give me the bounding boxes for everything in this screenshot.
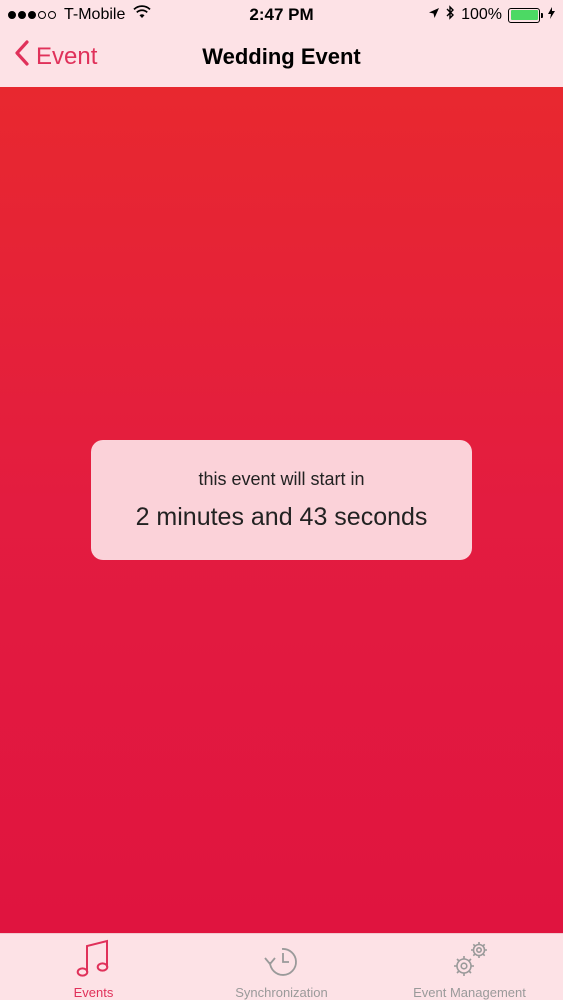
tab-synchronization[interactable]: Synchronization <box>187 934 376 1000</box>
countdown-value: 2 minutes and 43 seconds <box>135 503 428 531</box>
page-title: Wedding Event <box>202 44 361 69</box>
clock-sync-icon <box>260 938 304 987</box>
navigation-bar: Event Wedding Event <box>0 30 563 87</box>
gears-icon <box>446 938 494 987</box>
status-right: 100% <box>422 5 555 25</box>
bluetooth-icon <box>446 5 455 25</box>
tab-synchronization-label: Synchronization <box>235 985 328 1000</box>
battery-percent: 100% <box>461 6 502 23</box>
location-arrow-icon <box>428 6 440 24</box>
tab-event-management[interactable]: Event Management <box>376 934 563 1000</box>
tab-events-label: Events <box>73 985 114 1000</box>
music-note-icon <box>74 938 114 987</box>
tab-bar: Events Synchronization Event Management <box>0 933 563 1000</box>
countdown-label: this event will start in <box>198 469 365 489</box>
tab-events[interactable]: Events <box>0 934 187 1000</box>
tab-event-management-label: Event Management <box>413 985 526 1000</box>
status-bar: T-Mobile 2:47 PM 100% <box>0 0 563 30</box>
charging-bolt-icon <box>548 6 555 24</box>
event-background: this event will start in 2 minutes and 4… <box>0 87 563 933</box>
countdown-card: this event will start in 2 minutes and 4… <box>91 440 472 560</box>
battery-icon <box>508 7 543 23</box>
